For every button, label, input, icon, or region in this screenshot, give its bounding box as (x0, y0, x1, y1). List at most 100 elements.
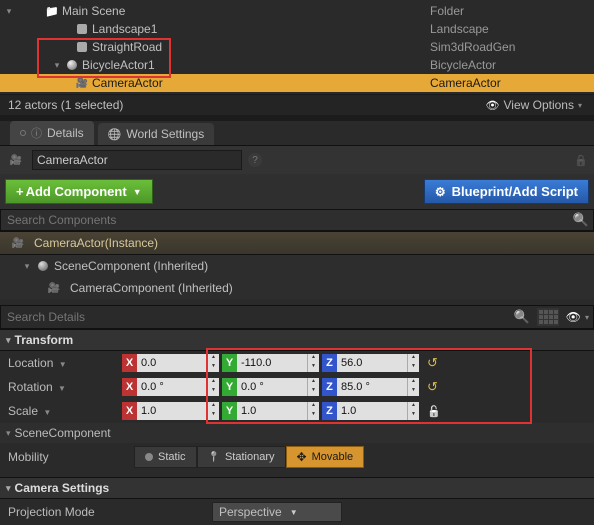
details-tabs: Details World Settings (0, 121, 594, 146)
help-icon[interactable]: ? (248, 153, 262, 167)
component-camera[interactable]: CameraComponent (Inherited) (0, 277, 594, 299)
scale-z-input[interactable] (337, 402, 407, 420)
spinner[interactable]: ▲▼ (307, 354, 319, 372)
axis-x-label: X (122, 354, 137, 372)
component-header-label: CameraActor(Instance) (34, 236, 158, 250)
actor-icon (75, 40, 89, 54)
chevron-down-icon: ▼ (133, 187, 142, 197)
search-components[interactable] (0, 209, 594, 231)
location-x-input[interactable] (137, 354, 207, 372)
spinner[interactable]: ▲▼ (407, 402, 419, 420)
axis-y-label: Y (222, 378, 237, 396)
property-matrix-icon[interactable] (537, 308, 559, 326)
spinner[interactable]: ▲▼ (207, 378, 219, 396)
mobility-static[interactable]: Static (134, 446, 197, 468)
collapse-icon: ▾ (6, 428, 11, 439)
outliner-type: Landscape (430, 22, 590, 36)
outliner-type: CameraActor (430, 76, 590, 90)
prop-label-scale[interactable]: Scale ▼ (8, 404, 118, 418)
section-camera-settings[interactable]: ▾ Camera Settings (0, 477, 594, 499)
component-scene[interactable]: ▾SceneComponent (Inherited) (0, 255, 594, 277)
actor-count: 12 actors (1 selected) (8, 98, 123, 112)
section-title: Camera Settings (15, 481, 110, 495)
pin-icon (208, 451, 220, 463)
rotation-x-input[interactable] (137, 378, 207, 396)
tab-details[interactable]: Details (10, 121, 94, 145)
chevron-down-icon[interactable]: ▾ (585, 313, 589, 322)
axis-z-label: Z (322, 354, 337, 372)
camera-icon (47, 281, 61, 295)
expand-icon[interactable]: ▾ (22, 261, 32, 272)
eye-icon (486, 98, 500, 112)
component-header[interactable]: CameraActor(Instance) (0, 231, 594, 255)
spinner[interactable]: ▲▼ (407, 378, 419, 396)
reset-default-icon[interactable] (423, 355, 438, 371)
camera-icon (11, 236, 25, 250)
gear-icon (435, 184, 446, 199)
expand-icon[interactable]: ▾ (52, 60, 62, 71)
scene-outliner: ▾Main Scene Folder Landscape1 Landscape … (0, 0, 594, 94)
info-icon (31, 125, 42, 141)
axis-z-label: Z (322, 402, 337, 420)
outliner-label: BicycleActor1 (82, 58, 155, 72)
tab-label: Details (47, 126, 84, 140)
row-location: Location ▼ X▲▼ Y▲▼ Z▲▼ (0, 351, 594, 375)
rotation-y-input[interactable] (237, 378, 307, 396)
eye-icon[interactable] (562, 310, 585, 324)
outliner-row-camera[interactable]: CameraActor CameraActor (0, 74, 594, 92)
outliner-row-bicycle[interactable]: ▾BicycleActor1 BicycleActor (0, 56, 594, 74)
rotation-z-input[interactable] (337, 378, 407, 396)
scale-y-input[interactable] (237, 402, 307, 420)
prop-label-location[interactable]: Location ▼ (8, 356, 118, 370)
projection-mode-dropdown[interactable]: Perspective▼ (212, 502, 342, 522)
search-icon (510, 309, 534, 325)
search-components-input[interactable] (1, 210, 569, 230)
spinner[interactable]: ▲▼ (307, 378, 319, 396)
axis-x-label: X (122, 402, 137, 420)
search-details-input[interactable] (1, 306, 510, 328)
outliner-footer: 12 actors (1 selected) View Options▾ (0, 94, 594, 115)
spinner[interactable]: ▲▼ (407, 354, 419, 372)
row-projection-mode: Projection Mode Perspective▼ (0, 499, 594, 525)
section-scene-component[interactable]: ▾SceneComponent (0, 423, 594, 443)
outliner-row-landscape[interactable]: Landscape1 Landscape (0, 20, 594, 38)
chevron-down-icon: ▼ (59, 360, 67, 369)
actor-name-input[interactable] (32, 150, 242, 170)
tab-world-settings[interactable]: World Settings (98, 123, 215, 145)
scale-x-input[interactable] (137, 402, 207, 420)
expand-icon[interactable]: ▾ (4, 6, 14, 17)
sphere-icon (65, 58, 79, 72)
search-details[interactable]: ▾ (0, 305, 594, 329)
chevron-down-icon: ▼ (58, 384, 66, 393)
blueprint-add-script-button[interactable]: Blueprint/Add Script (424, 179, 589, 204)
blueprint-label: Blueprint/Add Script (452, 184, 578, 199)
axis-z-label: Z (322, 378, 337, 396)
mobility-stationary[interactable]: Stationary (197, 446, 286, 468)
node-icon (38, 261, 48, 271)
collapse-icon: ▾ (6, 335, 11, 346)
prop-label-rotation[interactable]: Rotation ▼ (8, 380, 118, 394)
reset-default-icon[interactable] (423, 379, 438, 395)
outliner-row-road[interactable]: StraightRoad Sim3dRoadGen (0, 38, 594, 56)
spinner[interactable]: ▲▼ (307, 402, 319, 420)
prop-label-mobility: Mobility (8, 450, 118, 464)
section-transform[interactable]: ▾Transform (0, 329, 594, 351)
lock-scale-icon[interactable] (423, 404, 441, 418)
spinner[interactable]: ▲▼ (207, 402, 219, 420)
lock-icon[interactable] (574, 153, 588, 167)
camera-icon (75, 76, 89, 90)
add-component-button[interactable]: +Add Component▼ (5, 179, 153, 204)
mobility-movable[interactable]: Movable (286, 446, 365, 468)
location-z-input[interactable] (337, 354, 407, 372)
outliner-row-main-scene[interactable]: ▾Main Scene Folder (0, 2, 594, 20)
row-scale: Scale ▼ X▲▼ Y▲▼ Z▲▼ (0, 399, 594, 423)
view-options-button[interactable]: View Options▾ (486, 98, 586, 112)
chevron-down-icon: ▼ (290, 508, 298, 517)
outliner-label: StraightRoad (92, 40, 162, 54)
camera-icon (9, 153, 23, 167)
axis-y-label: Y (222, 354, 237, 372)
collapse-icon: ▾ (6, 483, 11, 494)
spinner[interactable]: ▲▼ (207, 354, 219, 372)
location-y-input[interactable] (237, 354, 307, 372)
axis-x-label: X (122, 378, 137, 396)
